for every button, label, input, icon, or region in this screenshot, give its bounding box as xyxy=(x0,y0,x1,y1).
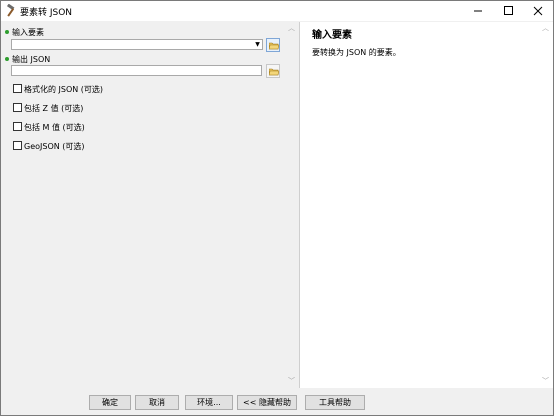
tool-help-button[interactable]: 工具帮助 xyxy=(305,395,365,410)
open-folder-icon xyxy=(269,68,279,76)
title-bar[interactable]: 要素转 JSON xyxy=(1,1,553,21)
minimize-icon xyxy=(474,10,482,12)
checkbox-box[interactable] xyxy=(13,84,22,93)
output-json-label: 输出 JSON xyxy=(5,54,50,65)
checkbox-box[interactable] xyxy=(13,103,22,112)
input-features-browse-button[interactable] xyxy=(266,38,280,52)
required-dot-icon xyxy=(5,57,9,61)
input-features-dropdown[interactable]: ▼ xyxy=(11,39,263,50)
close-button[interactable] xyxy=(523,1,553,21)
parameters-panel: 输入要素 ▼ 输出 JSON 格式化的 JSON (可选) 包括 Z 值 (可选… xyxy=(1,22,298,388)
ok-button[interactable]: 确定 xyxy=(89,395,131,410)
cancel-button[interactable]: 取消 xyxy=(135,395,179,410)
checkbox-box[interactable] xyxy=(13,122,22,131)
checkbox-formatted-json[interactable]: 格式化的 JSON (可选) xyxy=(13,84,103,94)
input-features-label: 输入要素 xyxy=(5,27,44,38)
output-json-browse-button[interactable] xyxy=(266,64,280,78)
checkbox-box[interactable] xyxy=(13,141,22,150)
required-dot-icon xyxy=(5,30,9,34)
parameters-scrollbar[interactable]: ︿ ﹀ xyxy=(285,22,298,388)
window-title: 要素转 JSON xyxy=(20,8,73,18)
close-icon xyxy=(533,6,543,16)
checkbox-include-m[interactable]: 包括 M 值 (可选) xyxy=(13,122,85,132)
scroll-up-icon[interactable]: ︿ xyxy=(542,23,549,33)
checkbox-geojson[interactable]: GeoJSON (可选) xyxy=(13,141,85,151)
hammer-icon xyxy=(6,4,15,17)
help-title: 输入要素 xyxy=(312,30,352,41)
chevron-down-icon[interactable]: ▼ xyxy=(253,40,262,49)
minimize-button[interactable] xyxy=(463,1,493,21)
scroll-down-icon[interactable]: ﹀ xyxy=(288,376,295,386)
output-json-field[interactable] xyxy=(11,65,262,76)
help-scrollbar[interactable]: ︿ ﹀ xyxy=(539,22,552,388)
open-folder-icon xyxy=(269,42,279,50)
help-panel: 输入要素 要转换为 JSON 的要素。 ︿ ﹀ xyxy=(299,22,553,388)
help-text: 要转换为 JSON 的要素。 xyxy=(312,48,401,57)
tool-dialog-window: 要素转 JSON 输入要素 ▼ 输出 JSON 格式化的 JSON (可选) 包… xyxy=(0,0,554,416)
checkbox-include-z[interactable]: 包括 Z 值 (可选) xyxy=(13,103,83,113)
environments-button[interactable]: 环境... xyxy=(185,395,233,410)
scroll-down-icon[interactable]: ﹀ xyxy=(542,376,549,386)
hide-help-button[interactable]: << 隐藏帮助 xyxy=(237,395,297,410)
maximize-button[interactable] xyxy=(493,1,523,21)
scroll-up-icon[interactable]: ︿ xyxy=(288,23,295,33)
maximize-icon xyxy=(504,6,513,15)
button-bar: 确定 取消 环境... << 隐藏帮助 工具帮助 xyxy=(1,388,553,415)
